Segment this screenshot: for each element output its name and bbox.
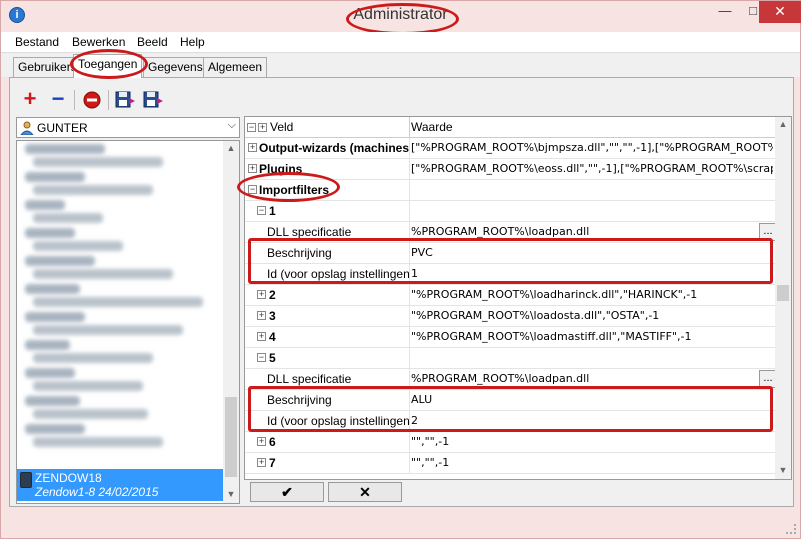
table-row[interactable]: +7 "","",-1 — [245, 453, 775, 474]
expand-icon[interactable]: + — [257, 290, 266, 299]
row-value[interactable]: "%PROGRAM_ROOT%\loadharinck.dll","HARINC… — [411, 288, 773, 301]
chevron-down-icon[interactable]: ⌵ — [228, 119, 236, 132]
row-value[interactable]: "%PROGRAM_ROOT%\loadosta.dll","OSTA",-1 — [411, 309, 773, 322]
list-item[interactable] — [25, 367, 215, 395]
menu-bestand[interactable]: Bestand — [15, 35, 59, 49]
list-item[interactable] — [25, 339, 215, 367]
scroll-thumb[interactable] — [225, 397, 237, 477]
ok-button[interactable]: ✔ — [250, 482, 324, 502]
menu-help[interactable]: Help — [180, 35, 205, 49]
expand-icon[interactable]: + — [257, 332, 266, 341]
toolbar-separator — [74, 90, 75, 110]
column-header-waarde[interactable]: Waarde — [411, 120, 453, 134]
row-label: 7 — [269, 456, 276, 470]
selected-user-item[interactable]: ZENDOW18 Zendow1-8 24/02/2015 — [17, 469, 223, 501]
menu-beeld[interactable]: Beeld — [137, 35, 168, 49]
tab-gegevens[interactable]: Gegevens — [143, 57, 208, 77]
expand-icon[interactable]: + — [257, 311, 266, 320]
list-item[interactable] — [25, 423, 215, 451]
table-row[interactable]: +2 "%PROGRAM_ROOT%\loadharinck.dll","HAR… — [245, 285, 775, 306]
scroll-down-icon[interactable]: ▼ — [775, 465, 791, 475]
collapse-icon[interactable]: − — [257, 206, 266, 215]
collapse-all-icon[interactable]: − — [247, 123, 256, 132]
toolbar-separator — [108, 90, 109, 110]
title-highlight-oval — [346, 3, 459, 35]
table-row[interactable]: +3 "%PROGRAM_ROOT%\loadosta.dll","OSTA",… — [245, 306, 775, 327]
export-button[interactable] — [142, 88, 166, 112]
user-icon — [20, 121, 34, 135]
delete-button[interactable] — [80, 88, 104, 112]
row-label: 1 — [269, 204, 276, 218]
add-button[interactable]: + — [18, 88, 42, 112]
tab-algemeen[interactable]: Algemeen — [203, 57, 268, 77]
row-label: 6 — [269, 435, 276, 449]
collapse-icon[interactable]: − — [257, 353, 266, 362]
list-item[interactable] — [25, 171, 215, 199]
row-label: DLL specificatie — [267, 372, 352, 386]
row-value[interactable]: ["%PROGRAM_ROOT%\eoss.dll","",-1],["%PRO… — [411, 162, 773, 175]
table-row[interactable]: −5 — [245, 348, 775, 369]
row-value[interactable]: %PROGRAM_ROOT%\loadpan.dll — [411, 372, 751, 385]
no-entry-icon — [83, 91, 101, 109]
table-row[interactable]: +4 "%PROGRAM_ROOT%\loadmastiff.dll","MAS… — [245, 327, 775, 348]
expand-icon[interactable]: + — [248, 143, 257, 152]
table-row[interactable]: +6 "","",-1 — [245, 432, 775, 453]
expand-icon[interactable]: + — [257, 458, 266, 467]
user-select[interactable]: GUNTER ⌵ — [16, 117, 240, 138]
selected-user-detail: Zendow1-8 24/02/2015 — [35, 485, 159, 499]
row-label: 2 — [269, 288, 276, 302]
row-value[interactable]: "","",-1 — [411, 435, 773, 448]
database-icon — [20, 472, 32, 488]
app-window: i Administrator — □ ✕ Bestand Bewerken B… — [0, 0, 801, 539]
cancel-button[interactable]: ✕ — [328, 482, 402, 502]
save-export-icon — [143, 91, 163, 108]
user-list[interactable]: ZENDOW18 Zendow1-8 24/02/2015 ▲ ▼ — [16, 140, 240, 504]
tab-highlight-oval — [70, 49, 148, 79]
grid-header: − + Veld Waarde — [245, 117, 775, 138]
scroll-up-icon[interactable]: ▲ — [775, 119, 791, 129]
list-item[interactable] — [25, 143, 215, 171]
row-label: 3 — [269, 309, 276, 323]
list-item[interactable] — [25, 311, 215, 339]
row-label: 4 — [269, 330, 276, 344]
status-bar — [1, 509, 800, 538]
expand-icon[interactable]: + — [248, 164, 257, 173]
user-list-scrollbar[interactable]: ▲ ▼ — [223, 141, 239, 503]
importfilters-highlight-oval — [237, 172, 340, 202]
row-value[interactable]: ["%PROGRAM_ROOT%\bjmpsza.dll","","",-1],… — [411, 141, 773, 154]
row-label: 5 — [269, 351, 276, 365]
grid-scrollbar[interactable]: ▲ ▼ — [775, 117, 791, 479]
remove-button[interactable]: − — [46, 88, 70, 112]
row-value[interactable]: "","",-1 — [411, 456, 773, 469]
expand-all-icon[interactable]: + — [258, 123, 267, 132]
user-select-value: GUNTER — [37, 121, 88, 135]
minimize-icon[interactable]: — — [711, 1, 739, 23]
save-import-icon — [115, 91, 135, 108]
table-row[interactable]: −1 — [245, 201, 775, 222]
row-label: Output-wizards (machinest — [259, 141, 410, 155]
scroll-thumb[interactable] — [777, 285, 789, 301]
row-value[interactable]: "%PROGRAM_ROOT%\loadmastiff.dll","MASTIF… — [411, 330, 773, 343]
row-value[interactable]: %PROGRAM_ROOT%\loadpan.dll — [411, 225, 751, 238]
row-label: DLL specificatie — [267, 225, 352, 239]
list-item[interactable] — [25, 395, 215, 423]
close-icon[interactable]: ✕ — [759, 1, 801, 23]
list-item[interactable] — [25, 283, 215, 311]
import-button[interactable] — [114, 88, 138, 112]
toegangen-panel: + − GUNTER ⌵ ZENDOW18 Zendow1-8 24/02/20… — [9, 77, 794, 507]
list-item[interactable] — [25, 227, 215, 255]
alu-highlight-box — [248, 386, 773, 432]
resize-grip-icon[interactable] — [786, 524, 796, 534]
menu-bewerken[interactable]: Bewerken — [72, 35, 125, 49]
scroll-up-icon[interactable]: ▲ — [223, 143, 239, 153]
list-item[interactable] — [25, 255, 215, 283]
column-header-veld[interactable]: Veld — [270, 120, 293, 134]
list-item[interactable] — [25, 199, 215, 227]
selected-user-name: ZENDOW18 — [35, 471, 102, 485]
expand-icon[interactable]: + — [257, 437, 266, 446]
scroll-down-icon[interactable]: ▼ — [223, 489, 239, 499]
table-row[interactable]: + Output-wizards (machinest ["%PROGRAM_RO… — [245, 138, 775, 159]
pvc-highlight-box — [248, 238, 773, 284]
